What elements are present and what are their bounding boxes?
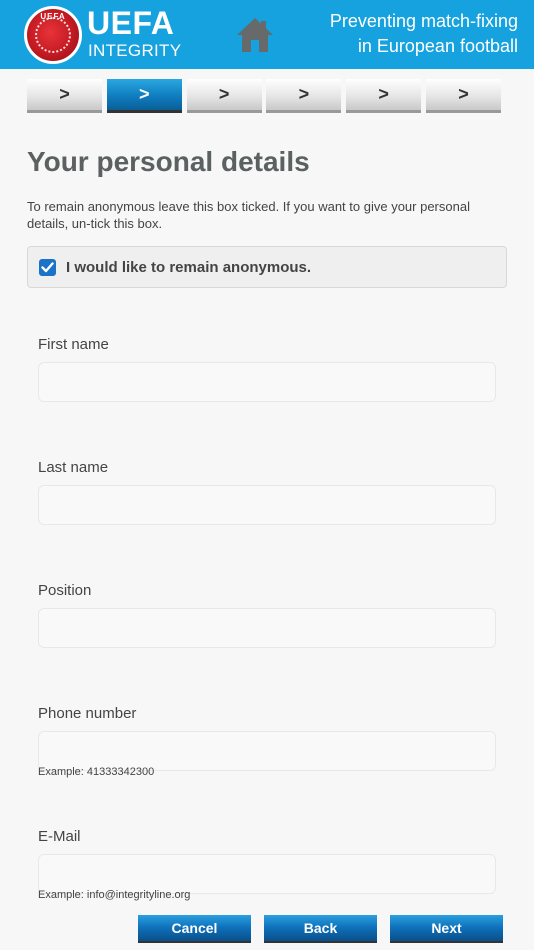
next-button[interactable]: Next xyxy=(390,915,503,943)
step-1[interactable]: > xyxy=(27,79,102,113)
anonymous-option[interactable]: I would like to remain anonymous. xyxy=(27,246,507,288)
tagline-line-1: Preventing match-fixing xyxy=(329,11,518,31)
step-4[interactable]: > xyxy=(266,79,342,113)
app-header: UEFA UEFA INTEGRITY Preventing match-fix… xyxy=(0,0,534,69)
first-name-input[interactable] xyxy=(38,362,496,402)
email-label: E-Mail xyxy=(38,828,81,845)
brand-subtitle: INTEGRITY xyxy=(88,41,182,60)
phone-hint: Example: 41333342300 xyxy=(38,766,155,778)
step-2[interactable]: > xyxy=(106,79,182,113)
step-5[interactable]: > xyxy=(346,79,422,113)
tagline-line-2: in European football xyxy=(357,36,518,56)
anonymous-label: I would like to remain anonymous. xyxy=(66,258,312,276)
position-input[interactable] xyxy=(38,608,496,648)
brand-title: UEFA xyxy=(87,5,175,41)
step-navigation: > > > > > > xyxy=(27,79,501,113)
phone-label: Phone number xyxy=(38,705,137,722)
email-input[interactable] xyxy=(38,854,496,894)
anonymous-checkbox[interactable] xyxy=(39,258,56,276)
position-label: Position xyxy=(38,582,92,599)
cancel-button[interactable]: Cancel xyxy=(138,915,251,943)
logo-star-ring xyxy=(35,17,71,53)
step-3[interactable]: > xyxy=(186,79,262,113)
step-6[interactable]: > xyxy=(425,79,501,113)
checkmark-icon xyxy=(41,261,54,272)
header-tagline: Preventing match-fixing in European foot… xyxy=(330,9,518,59)
last-name-label: Last name xyxy=(38,459,109,476)
intro-text: To remain anonymous leave this box ticke… xyxy=(27,199,470,231)
last-name-input[interactable] xyxy=(38,485,496,525)
phone-input[interactable] xyxy=(38,731,496,771)
back-button[interactable]: Back xyxy=(264,915,377,943)
page-title: Your personal details xyxy=(27,146,310,177)
email-hint: Example: info@integrityline.org xyxy=(38,889,191,901)
first-name-label: First name xyxy=(38,336,109,353)
home-icon[interactable] xyxy=(235,16,275,54)
uefa-logo: UEFA xyxy=(24,6,82,64)
